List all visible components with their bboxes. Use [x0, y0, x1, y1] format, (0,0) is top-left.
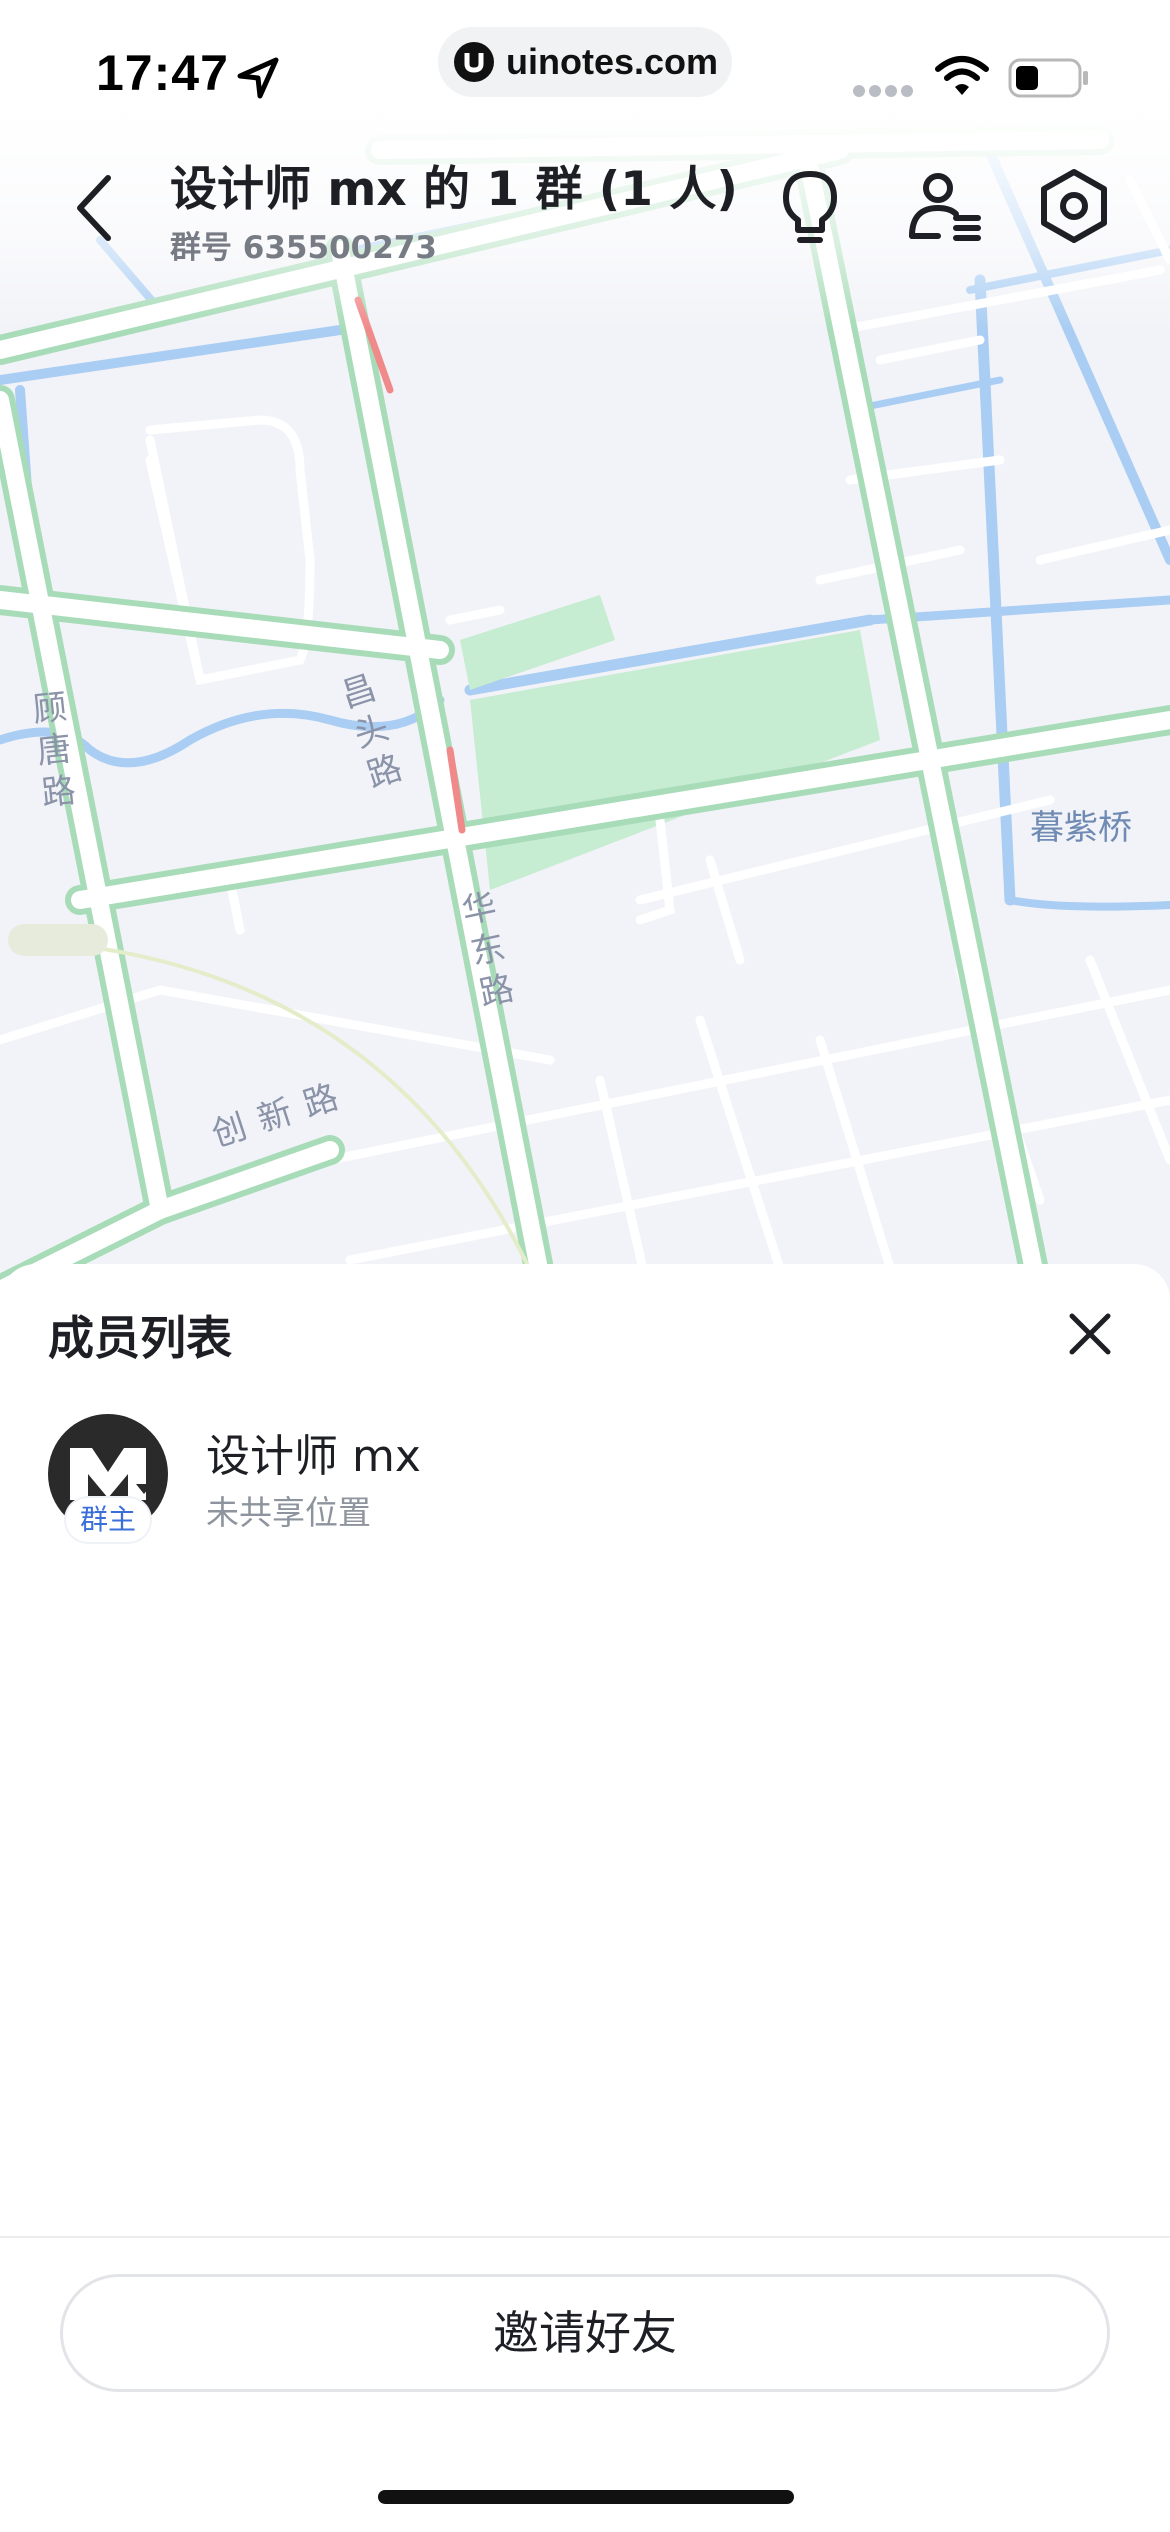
status-time: 17:47 [96, 45, 229, 101]
lightbulb-icon[interactable] [770, 166, 850, 246]
wifi-icon [935, 56, 989, 95]
invite-friends-button[interactable]: 邀请好友 [60, 2274, 1110, 2392]
divider [0, 2236, 1170, 2238]
settings-hexagon-icon[interactable] [1034, 166, 1114, 246]
group-number: 群号 635500273 [170, 230, 437, 266]
home-indicator[interactable] [378, 2490, 794, 2504]
member-name: 设计师 mx [206, 1431, 421, 1482]
place-label-text: 暮紫桥 [1030, 808, 1132, 848]
member-list-item[interactable]: 群主 设计师 mx 未共享位置 [0, 1414, 1170, 1564]
site-logo-icon [454, 42, 494, 82]
url-text: uinotes.com [506, 41, 719, 82]
screen: 顾唐路 昌头路 华东路 创新路 暮紫桥 17:47 uinotes.com 设计… [0, 0, 1170, 2532]
member-list-icon[interactable] [904, 166, 984, 246]
map-marker-faded [8, 924, 108, 956]
place-label: 暮紫桥 [1030, 800, 1132, 849]
owner-badge: 群主 [66, 1498, 150, 1542]
location-arrow-icon [237, 57, 279, 99]
battery-icon [1008, 58, 1088, 98]
member-status: 未共享位置 [206, 1493, 371, 1532]
group-title: 设计师 mx 的 1 群 (1 人) [170, 162, 738, 217]
url-pill[interactable]: uinotes.com [438, 27, 732, 97]
close-icon[interactable] [1060, 1304, 1120, 1364]
cellular-signal-icon [853, 85, 913, 97]
back-chevron-icon[interactable] [66, 168, 126, 248]
park-area-main [470, 630, 880, 890]
sheet-title: 成员列表 [48, 1311, 232, 1365]
